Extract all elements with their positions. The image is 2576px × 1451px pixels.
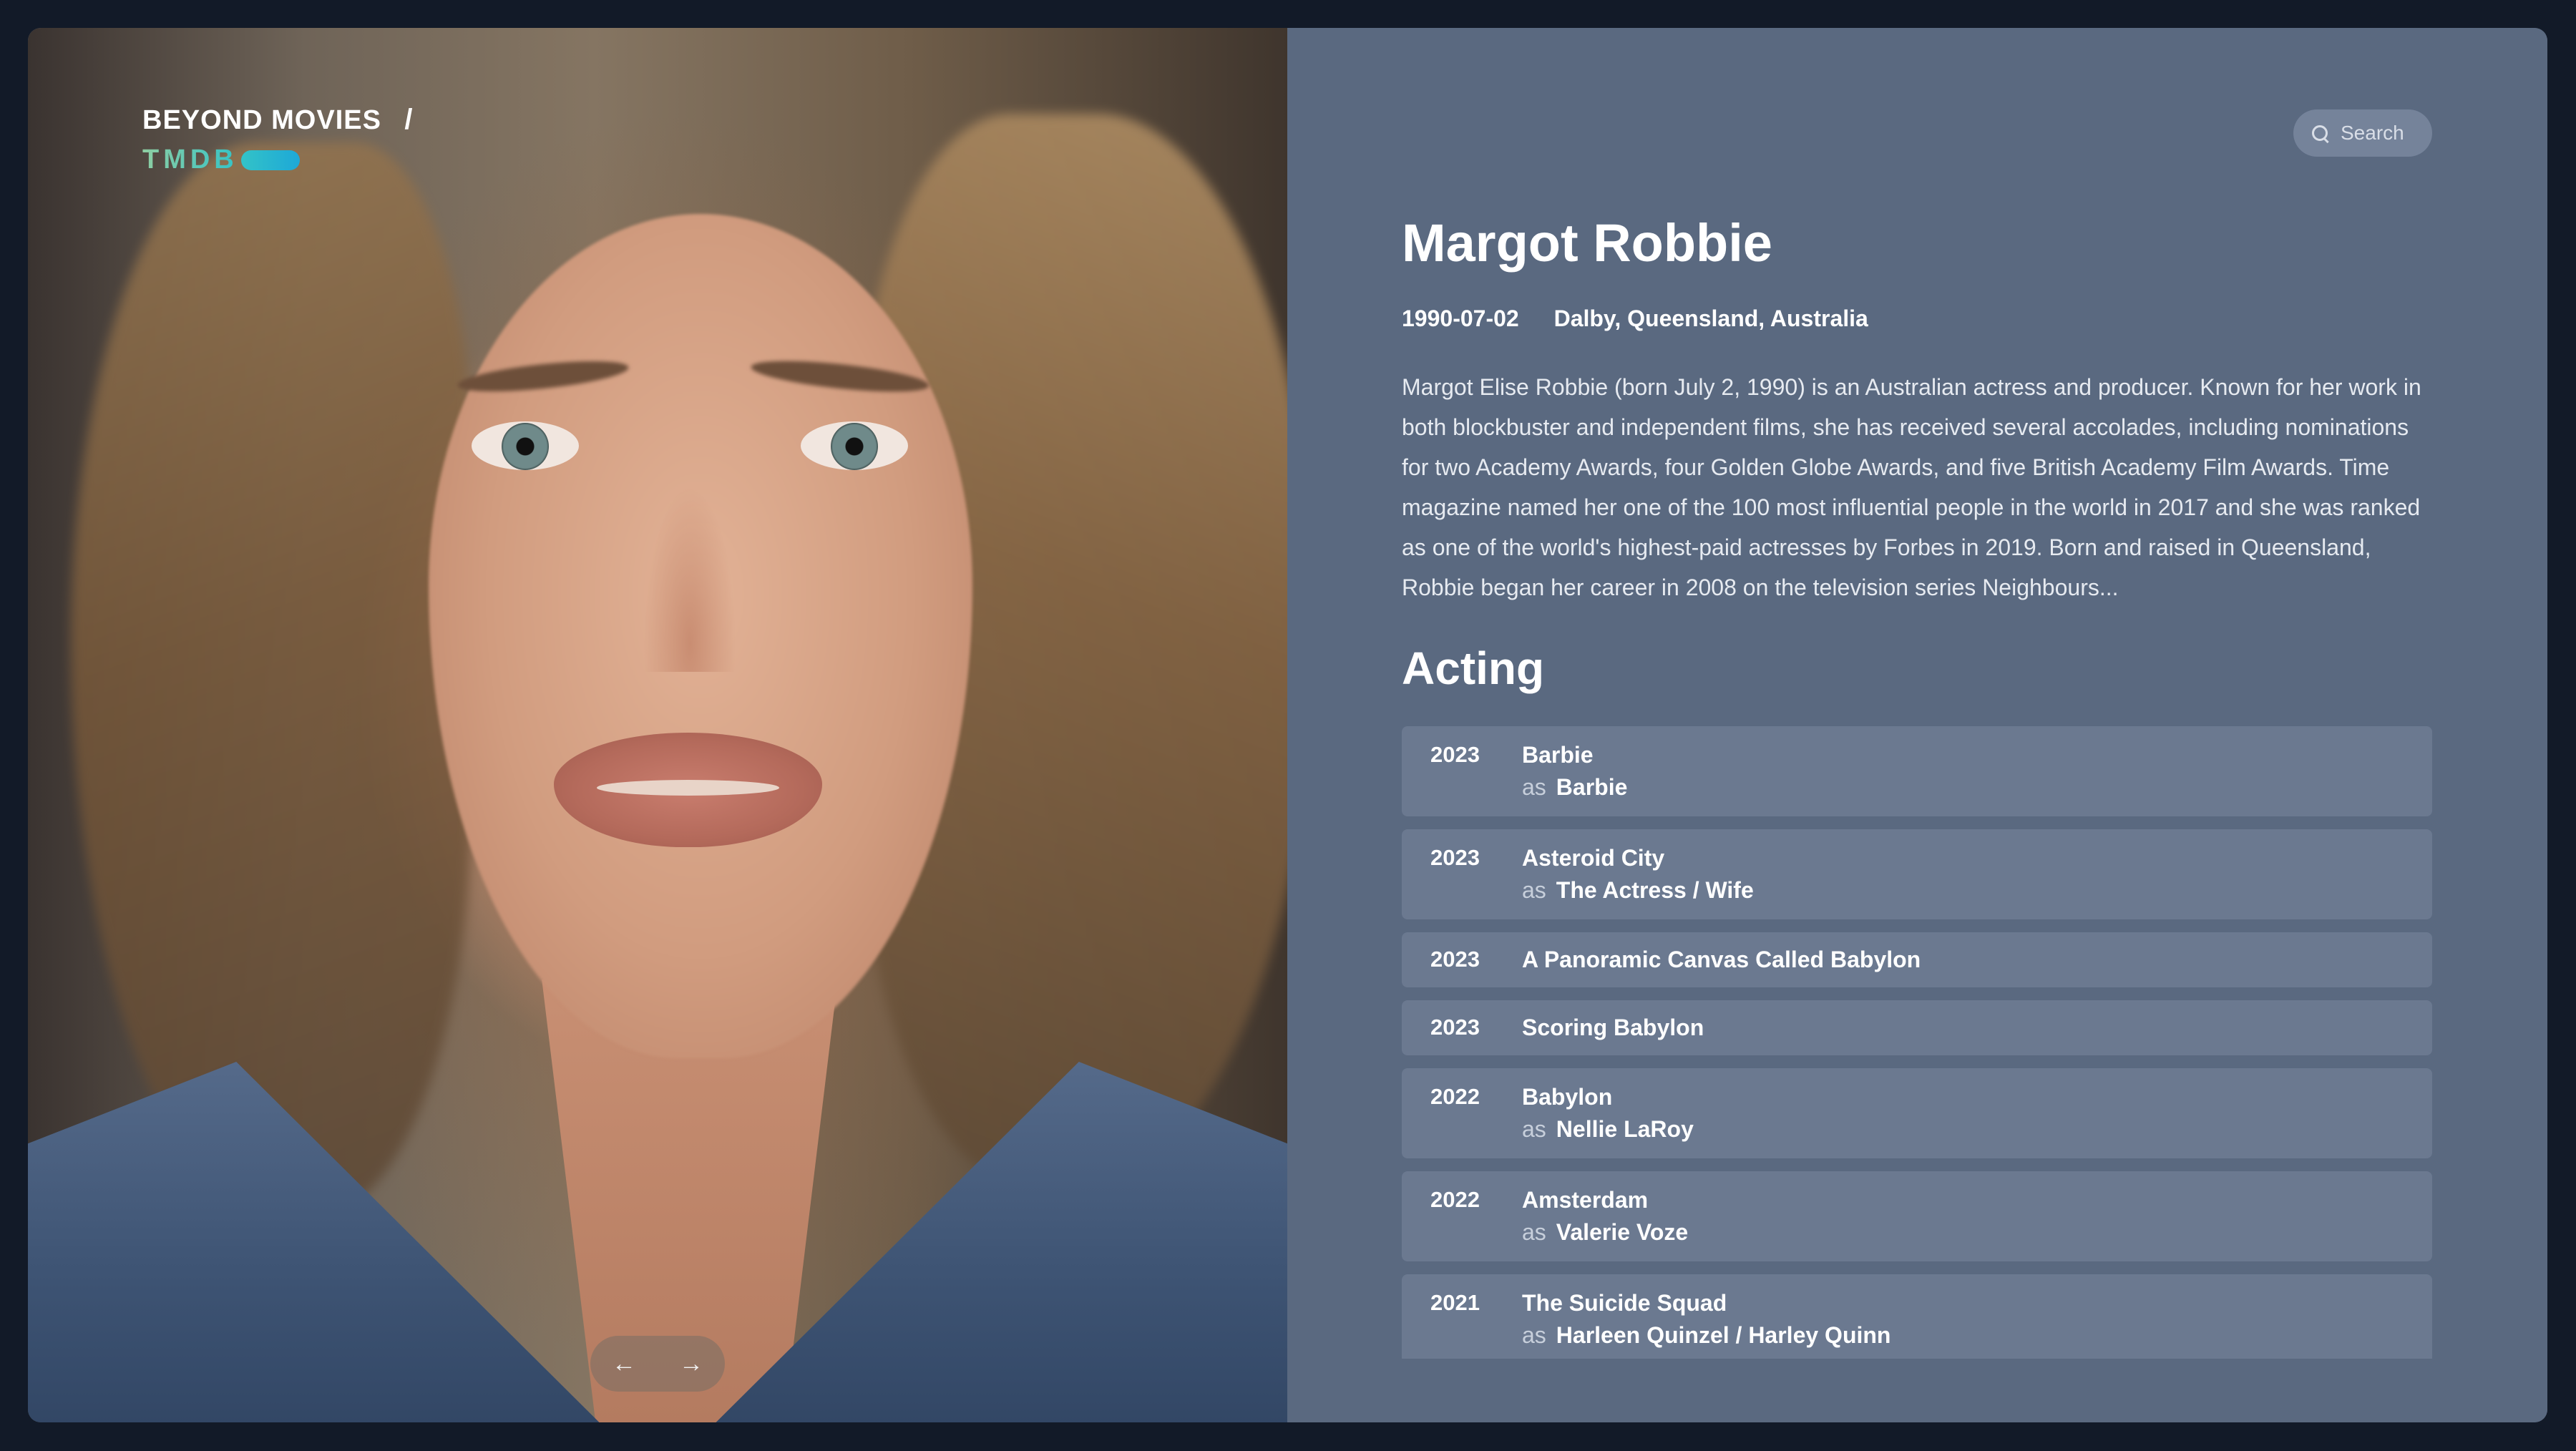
acting-section-title: Acting	[1402, 643, 1545, 694]
acting-credits-list[interactable]: 2023 Barbie as Barbie 2023 Asteroid City …	[1402, 726, 2432, 1359]
credit-as-label: as	[1522, 774, 1546, 800]
credit-role: Valerie Voze	[1556, 1219, 1689, 1245]
brand-sub: TMDB	[142, 145, 238, 175]
credit-title: The Suicide Squad	[1522, 1290, 1727, 1316]
photo-shape	[801, 421, 908, 470]
person-biography: Margot Elise Robbie (born July 2, 1990) …	[1402, 374, 2421, 600]
credit-year: 2021	[1430, 1290, 1480, 1315]
gallery-nav: ← →	[590, 1336, 725, 1392]
brand-separator: /	[404, 104, 413, 135]
arrow-left-icon: ←	[612, 1349, 636, 1377]
profile-photo: BEYOND MOVIES / TMDB ← →	[28, 28, 1287, 1422]
search-button[interactable]: Search	[2293, 109, 2432, 157]
person-meta: 1990-07-02 Dalby, Queensland, Australia	[1402, 306, 1868, 332]
credit-role: The Actress / Wife	[1556, 877, 1754, 903]
credit-title: A Panoramic Canvas Called Babylon	[1522, 947, 1921, 972]
credit-item[interactable]: 2023 Barbie as Barbie	[1402, 726, 2432, 816]
tmdb-pill-icon	[240, 150, 300, 170]
credit-role: Nellie LaRoy	[1556, 1116, 1694, 1142]
credit-as-label: as	[1522, 877, 1546, 903]
credit-as-label: as	[1522, 1116, 1546, 1142]
gallery-next-button[interactable]: →	[670, 1342, 713, 1385]
credit-title: Babylon	[1522, 1084, 1613, 1110]
credit-as-label: as	[1522, 1219, 1546, 1245]
brand-logo[interactable]: BEYOND MOVIES / TMDB	[142, 104, 413, 175]
credit-as-label: as	[1522, 1322, 1546, 1348]
credit-item[interactable]: 2022 Babylon as Nellie LaRoy	[1402, 1068, 2432, 1158]
search-icon	[2312, 125, 2328, 141]
credit-year: 2022	[1430, 1187, 1480, 1212]
app-frame: BEYOND MOVIES / TMDB ← → Search Margot R…	[28, 28, 2547, 1422]
credit-year: 2022	[1430, 1084, 1480, 1109]
person-birthplace: Dalby, Queensland, Australia	[1553, 306, 1868, 331]
photo-shape	[71, 142, 472, 1216]
credit-role: Harleen Quinzel / Harley Quinn	[1556, 1322, 1891, 1348]
credit-item[interactable]: 2023 A Panoramic Canvas Called Babylon	[1402, 932, 2432, 987]
credit-year: 2023	[1430, 1015, 1480, 1040]
credit-title: Amsterdam	[1522, 1187, 1649, 1213]
credit-item[interactable]: 2023 Scoring Babylon	[1402, 1000, 2432, 1055]
person-detail-panel: Search Margot Robbie 1990-07-02 Dalby, Q…	[1287, 28, 2547, 1422]
credit-title: Asteroid City	[1522, 845, 1665, 871]
credit-title: Barbie	[1522, 742, 1594, 768]
credit-year: 2023	[1430, 742, 1480, 767]
credit-item[interactable]: 2022 Amsterdam as Valerie Voze	[1402, 1171, 2432, 1261]
credit-item[interactable]: 2023 Asteroid City as The Actress / Wife	[1402, 829, 2432, 919]
credit-year: 2023	[1430, 845, 1480, 870]
search-label: Search	[2341, 122, 2404, 144]
credit-year: 2023	[1430, 947, 1480, 972]
person-birthday: 1990-07-02	[1402, 306, 1519, 331]
credit-title: Scoring Babylon	[1522, 1015, 1704, 1040]
person-name: Margot Robbie	[1402, 213, 1772, 273]
brand-title: BEYOND MOVIES	[142, 105, 381, 135]
photo-shape	[472, 421, 579, 470]
credit-role: Barbie	[1556, 774, 1628, 800]
credit-item[interactable]: 2021 The Suicide Squad as Harleen Quinzel…	[1402, 1274, 2432, 1359]
photo-shape	[643, 486, 736, 672]
gallery-prev-button[interactable]: ←	[602, 1342, 645, 1385]
arrow-right-icon: →	[679, 1349, 703, 1377]
